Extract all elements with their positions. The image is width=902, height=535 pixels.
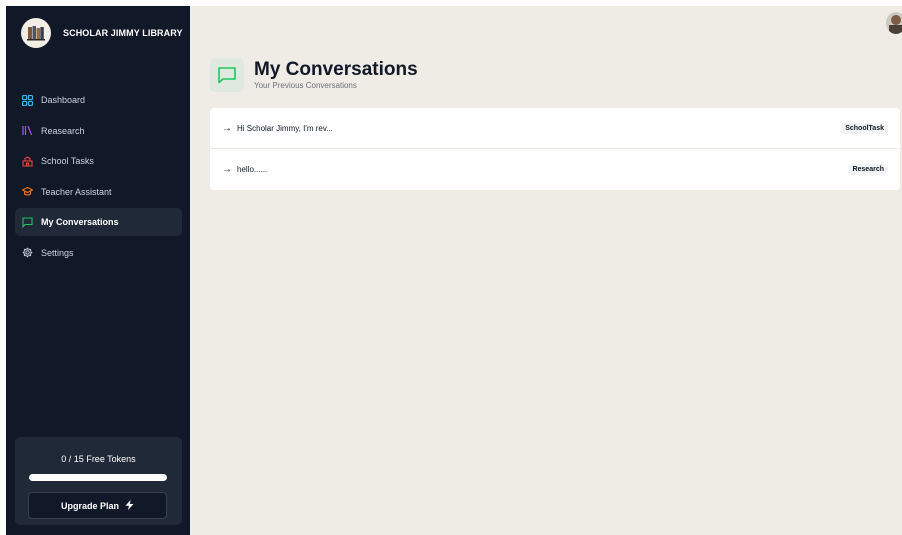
sidebar: SCHOLAR JIMMY LIBRARY Dashboard Reasearc…	[6, 6, 190, 535]
token-count: 0 / 15 Free Tokens	[61, 454, 136, 464]
upgrade-plan-label: Upgrade Plan	[60, 500, 119, 511]
user-avatar[interactable]	[886, 12, 902, 34]
lightning-icon	[125, 499, 134, 512]
conversation-list: → Hi Scholar Jimmy, I'm rev... SchoolTas…	[210, 108, 900, 190]
token-progress-bar	[29, 474, 167, 481]
arrow-right-icon: →	[222, 164, 232, 175]
grid-icon	[21, 94, 33, 106]
brand[interactable]: SCHOLAR JIMMY LIBRARY	[21, 18, 183, 48]
main-content: My Conversations Your Previous Conversat…	[190, 6, 902, 535]
page-subtitle: Your Previous Conversations	[254, 81, 357, 90]
graduation-cap-icon	[21, 186, 33, 198]
conversation-title: Hi Scholar Jimmy, I'm rev...	[237, 123, 333, 133]
sidebar-item-label: Dashboard	[41, 95, 86, 105]
books-icon	[21, 18, 51, 48]
library-icon	[21, 125, 33, 137]
upgrade-plan-button[interactable]: Upgrade Plan	[28, 492, 167, 519]
message-icon	[21, 216, 33, 228]
sidebar-item-settings[interactable]: Settings	[15, 239, 182, 267]
page-heading: My Conversations Your Previous Conversat…	[254, 59, 418, 91]
sidebar-item-research[interactable]: Reasearch	[15, 117, 182, 145]
conversation-tag: SchoolTask	[841, 122, 888, 134]
brand-title: SCHOLAR JIMMY LIBRARY	[63, 28, 183, 38]
conversation-tag: Research	[848, 164, 888, 175]
school-icon	[21, 155, 33, 167]
sidebar-item-dashboard[interactable]: Dashboard	[15, 86, 182, 114]
message-icon	[210, 58, 244, 92]
gear-icon	[21, 247, 33, 259]
sidebar-item-my-conversations[interactable]: My Conversations	[15, 208, 182, 237]
sidebar-item-label: School Tasks	[41, 156, 94, 167]
sidebar-item-label: My Conversations	[41, 217, 119, 228]
conversation-title: hello......	[237, 165, 268, 174]
sidebar-item-label: Settings	[41, 247, 74, 258]
sidebar-item-label: Teacher Assistant	[41, 186, 112, 197]
page-header: My Conversations Your Previous Conversat…	[210, 58, 418, 92]
sidebar-item-school-tasks[interactable]: School Tasks	[15, 147, 182, 175]
sidebar-nav: Dashboard Reasearch School Tasks Teacher…	[15, 86, 182, 270]
conversation-row[interactable]: → Hi Scholar Jimmy, I'm rev... SchoolTas…	[210, 108, 900, 149]
sidebar-item-teacher-assistant[interactable]: Teacher Assistant	[15, 178, 182, 206]
arrow-right-icon: →	[222, 122, 232, 134]
sidebar-item-label: Reasearch	[41, 125, 85, 136]
page-title: My Conversations	[254, 59, 418, 80]
token-card: 0 / 15 Free Tokens Upgrade Plan	[15, 437, 182, 525]
app-frame: SCHOLAR JIMMY LIBRARY Dashboard Reasearc…	[6, 6, 902, 535]
conversation-row[interactable]: → hello...... Research	[210, 149, 900, 190]
